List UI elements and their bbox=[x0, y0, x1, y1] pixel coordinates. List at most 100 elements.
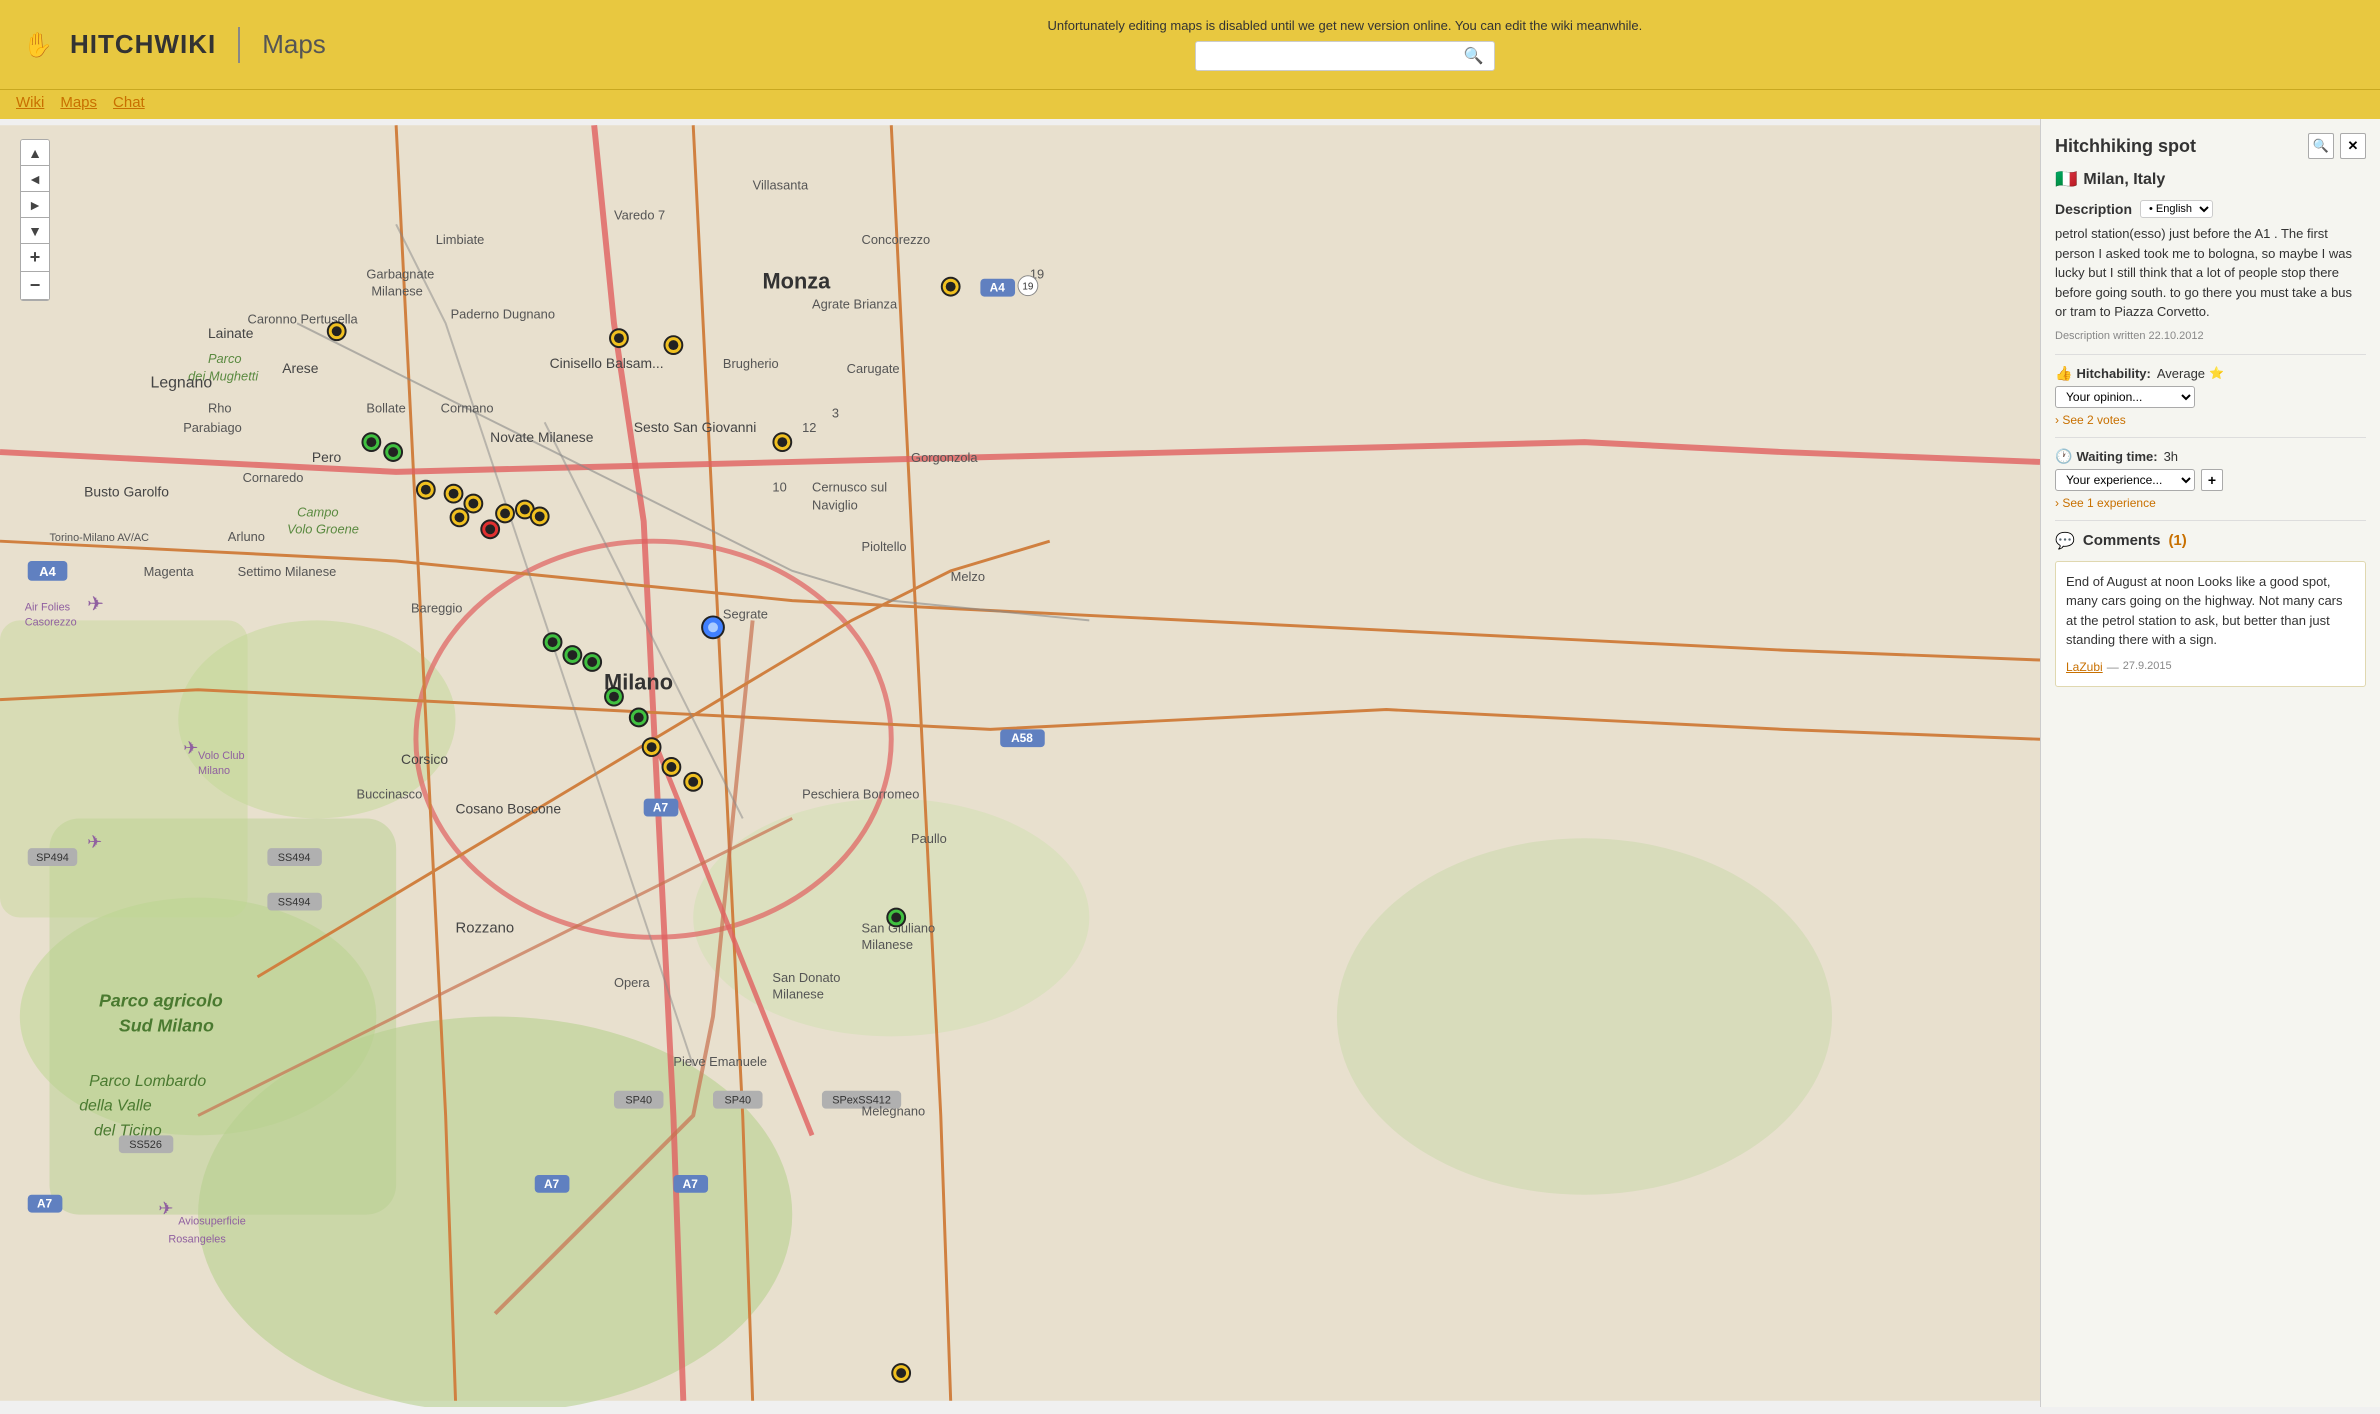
sidebar-title: Hitchhiking spot bbox=[2055, 136, 2196, 157]
main: Parco agricolo Sud Milano Parco Lombardo… bbox=[0, 119, 2380, 1407]
svg-text:A7: A7 bbox=[544, 1177, 560, 1191]
waiting-value: 3h bbox=[2164, 449, 2178, 464]
header: ✋ HITCHWIKI Maps Unfortunately editing m… bbox=[0, 0, 2380, 90]
pan-right-button[interactable]: ► bbox=[21, 192, 49, 218]
opinion-select[interactable]: Your opinion... bbox=[2055, 386, 2195, 408]
pan-up-button[interactable]: ▲ bbox=[21, 140, 49, 166]
svg-text:San Donato: San Donato bbox=[772, 970, 840, 985]
svg-text:Magenta: Magenta bbox=[144, 564, 195, 579]
location-text: Milan, Italy bbox=[2083, 171, 2165, 189]
svg-text:Lainate: Lainate bbox=[208, 325, 254, 341]
zoom-in-button[interactable]: + bbox=[21, 244, 49, 272]
svg-text:Paullo: Paullo bbox=[911, 831, 947, 846]
svg-text:Bareggio: Bareggio bbox=[411, 600, 462, 615]
logo-area: ✋ HITCHWIKI Maps bbox=[16, 23, 326, 67]
svg-text:Paderno Dugnano: Paderno Dugnano bbox=[451, 306, 555, 321]
svg-text:A4: A4 bbox=[990, 281, 1006, 295]
search-button[interactable]: 🔍 bbox=[1464, 46, 1484, 66]
svg-text:Agrate Brianza: Agrate Brianza bbox=[812, 296, 898, 311]
svg-text:10: 10 bbox=[772, 480, 786, 495]
svg-text:Pieve Emanuele: Pieve Emanuele bbox=[673, 1054, 767, 1069]
logo-name: HITCHWIKI bbox=[70, 29, 216, 60]
comments-header: 💬 Comments (1) bbox=[2055, 531, 2366, 551]
comment-bubble-icon: 💬 bbox=[2055, 531, 2075, 551]
description-date: Description written 22.10.2012 bbox=[2055, 330, 2366, 342]
svg-text:3: 3 bbox=[832, 405, 839, 420]
svg-text:Air Folies: Air Folies bbox=[25, 601, 71, 613]
search-bar[interactable]: 🔍 bbox=[1195, 41, 1495, 71]
sidebar-panel: Hitchhiking spot 🔍 ✕ 🇮🇹 Milan, Italy Des… bbox=[2040, 119, 2380, 1407]
header-center: Unfortunately editing maps is disabled u… bbox=[326, 18, 2364, 71]
svg-text:✈: ✈ bbox=[183, 738, 198, 758]
comment-count: (1) bbox=[2168, 532, 2186, 549]
svg-text:Rozzano: Rozzano bbox=[456, 920, 515, 936]
map-area[interactable]: Parco agricolo Sud Milano Parco Lombardo… bbox=[0, 119, 2040, 1407]
svg-text:Melzo: Melzo bbox=[951, 569, 985, 584]
svg-text:Parabiago: Parabiago bbox=[183, 420, 242, 435]
divider-2 bbox=[2055, 437, 2366, 438]
svg-text:SP494: SP494 bbox=[36, 852, 69, 864]
svg-text:Busto Garolfo: Busto Garolfo bbox=[84, 484, 169, 500]
zoom-out-button[interactable]: − bbox=[21, 272, 49, 300]
experience-link[interactable]: › See 1 experience bbox=[2055, 496, 2156, 510]
divider-3 bbox=[2055, 520, 2366, 521]
location-name: 🇮🇹 Milan, Italy bbox=[2055, 169, 2366, 190]
svg-text:Naviglio: Naviglio bbox=[812, 497, 858, 512]
comment-dash: — bbox=[2107, 658, 2119, 676]
pan-down-button[interactable]: ▼ bbox=[21, 218, 49, 244]
hitchability-control: Your opinion... bbox=[2055, 386, 2366, 408]
hitchability-value: Average bbox=[2157, 366, 2205, 381]
votes-link[interactable]: › See 2 votes bbox=[2055, 413, 2126, 427]
svg-text:Volo Club: Volo Club bbox=[198, 750, 245, 762]
nav-wiki[interactable]: Wiki bbox=[16, 94, 44, 111]
description-text: petrol station(esso) just before the A1 … bbox=[2055, 224, 2366, 322]
svg-text:Cernusco sul: Cernusco sul bbox=[812, 480, 887, 495]
svg-text:della Valle: della Valle bbox=[79, 1098, 152, 1115]
svg-text:SP40: SP40 bbox=[625, 1095, 652, 1107]
waiting-label: 🕐 Waiting time: 3h bbox=[2055, 448, 2366, 465]
svg-text:SS526: SS526 bbox=[129, 1139, 162, 1151]
svg-text:Segrate: Segrate bbox=[723, 606, 768, 621]
thumb-icon: 👍 bbox=[2055, 365, 2072, 382]
svg-text:Volo Groene: Volo Groene bbox=[287, 521, 359, 536]
svg-text:Carugate: Carugate bbox=[847, 361, 900, 376]
comment-box: End of August at noon Looks like a good … bbox=[2055, 561, 2366, 687]
svg-text:✈: ✈ bbox=[87, 832, 102, 852]
logo-separator bbox=[238, 27, 240, 63]
svg-text:Concorezzo: Concorezzo bbox=[862, 232, 931, 247]
svg-text:Monza: Monza bbox=[763, 269, 832, 294]
nav-chat[interactable]: Chat bbox=[113, 94, 145, 111]
svg-text:Torino-Milano AV/AC: Torino-Milano AV/AC bbox=[50, 532, 150, 544]
svg-text:Melegnano: Melegnano bbox=[862, 1104, 926, 1119]
add-experience-button[interactable]: + bbox=[2201, 469, 2223, 491]
svg-text:Legnano: Legnano bbox=[151, 375, 213, 392]
svg-text:Milano: Milano bbox=[198, 765, 230, 777]
svg-text:Rosangeles: Rosangeles bbox=[168, 1233, 226, 1245]
svg-text:A4: A4 bbox=[39, 564, 56, 579]
nav-maps[interactable]: Maps bbox=[60, 94, 97, 111]
svg-text:Pero: Pero bbox=[312, 449, 342, 465]
language-select[interactable]: • English bbox=[2140, 200, 2213, 218]
clock-icon: 🕐 bbox=[2055, 448, 2072, 465]
svg-text:Garbagnate: Garbagnate bbox=[366, 267, 434, 282]
pan-left-button[interactable]: ◄ bbox=[21, 166, 49, 192]
hitchability-section: 👍 Hitchability: Average ⭐ Your opinion..… bbox=[2055, 365, 2366, 427]
svg-text:A58: A58 bbox=[1011, 731, 1033, 745]
comment-author[interactable]: LaZubi bbox=[2066, 658, 2103, 676]
svg-text:Parco: Parco bbox=[208, 351, 242, 366]
close-sidebar-button[interactable]: ✕ bbox=[2340, 133, 2366, 159]
svg-text:Arese: Arese bbox=[282, 360, 318, 376]
svg-text:✋: ✋ bbox=[23, 31, 53, 59]
svg-text:Corsico: Corsico bbox=[401, 751, 448, 767]
svg-text:Gorgonzola: Gorgonzola bbox=[911, 450, 978, 465]
description-section: Description • English petrol station(ess… bbox=[2055, 200, 2366, 342]
hitchability-label: 👍 Hitchability: Average ⭐ bbox=[2055, 365, 2366, 382]
zoom-to-spot-button[interactable]: 🔍 bbox=[2308, 133, 2334, 159]
search-input[interactable] bbox=[1204, 49, 1464, 64]
svg-text:19: 19 bbox=[1022, 282, 1034, 293]
svg-text:Varedo 7: Varedo 7 bbox=[614, 207, 665, 222]
experience-select[interactable]: Your experience... bbox=[2055, 469, 2195, 491]
map-svg: Parco agricolo Sud Milano Parco Lombardo… bbox=[0, 119, 2040, 1407]
svg-text:Parco Lombardo: Parco Lombardo bbox=[89, 1073, 206, 1090]
svg-text:Campo: Campo bbox=[297, 504, 338, 519]
